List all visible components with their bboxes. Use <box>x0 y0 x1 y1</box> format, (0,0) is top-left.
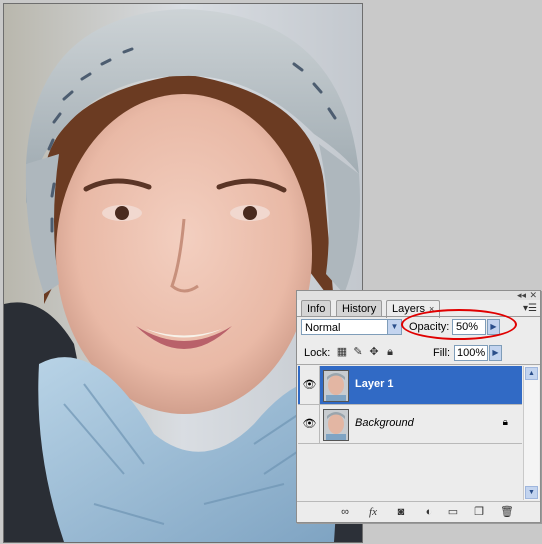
panel-menu-icon[interactable]: ▾☰ <box>523 304 537 314</box>
fill-slider-button[interactable]: ▶ <box>489 345 502 361</box>
layer-thumbnail <box>323 409 349 441</box>
layer-list: 👁︎ Layer 1 👁︎ Background 🔒︎ <box>298 366 522 500</box>
tab-layers-label: Layers <box>392 303 426 315</box>
opacity-label: Opacity: <box>409 321 450 333</box>
layer-name[interactable]: Layer 1 <box>355 378 394 390</box>
lock-transparency-icon[interactable]: ▦ <box>336 346 348 358</box>
mask-icon[interactable]: ◙ <box>393 505 409 519</box>
layer-name[interactable]: Background <box>355 417 414 429</box>
scroll-up-icon[interactable]: ▲ <box>525 367 538 380</box>
folder-icon[interactable]: ▭ <box>445 505 461 519</box>
opacity-slider-button[interactable]: ▶ <box>487 319 500 335</box>
visibility-eye-icon[interactable]: 👁︎ <box>300 405 320 443</box>
fill-input[interactable]: 100% <box>454 345 488 361</box>
tab-history[interactable]: History <box>336 300 383 317</box>
panel-collapse-icon[interactable]: ◂◂ <box>517 291 526 300</box>
layer-list-scrollbar[interactable]: ▲ ▼ <box>523 366 539 500</box>
adjustment-icon[interactable]: ◐ <box>421 505 437 519</box>
tab-info-label: Info <box>307 303 326 315</box>
fx-icon[interactable]: fx <box>365 505 381 519</box>
scroll-down-icon[interactable]: ▼ <box>525 486 538 499</box>
fill-label: Fill: <box>433 347 451 359</box>
opacity-input[interactable]: 50% <box>452 319 486 335</box>
trash-icon[interactable]: 🗑︎ <box>499 505 515 519</box>
lock-position-icon[interactable]: ✥ <box>368 346 380 358</box>
layer-row-background[interactable]: 👁︎ Background 🔒︎ <box>298 405 522 444</box>
chevron-down-icon[interactable]: ▼ <box>387 320 401 334</box>
tab-close-icon[interactable]: × <box>429 304 434 314</box>
layers-panel: ◂◂ ✕ Info History Layers × ▾☰ Normal ▼ Op… <box>296 290 541 523</box>
layer-thumbnail <box>323 370 349 402</box>
blend-mode-value: Normal <box>305 322 341 334</box>
lock-image-icon[interactable]: ✎ <box>352 346 364 358</box>
tab-info[interactable]: Info <box>301 300 332 317</box>
lock-icon: 🔒︎ <box>502 417 508 428</box>
link-icon[interactable]: ∞ <box>337 505 353 519</box>
lock-label: Lock: <box>304 347 331 359</box>
thumbnail-image <box>324 371 348 401</box>
tab-divider <box>297 316 540 317</box>
tab-history-label: History <box>342 303 377 315</box>
thumbnail-image <box>324 410 348 440</box>
new-layer-icon[interactable]: ❐ <box>471 505 487 519</box>
panel-title-bar[interactable] <box>297 291 540 300</box>
lock-all-icon[interactable]: 🔒︎ <box>384 346 396 358</box>
panel-footer: ∞ fx ◙ ◐ ▭ ❐ 🗑︎ <box>297 501 540 522</box>
divider <box>297 364 540 365</box>
blend-mode-select[interactable]: Normal ▼ <box>301 319 402 335</box>
visibility-eye-icon[interactable]: 👁︎ <box>300 366 320 404</box>
layer-row-layer-1[interactable]: 👁︎ Layer 1 <box>298 366 522 405</box>
panel-close-icon[interactable]: ✕ <box>529 291 537 300</box>
